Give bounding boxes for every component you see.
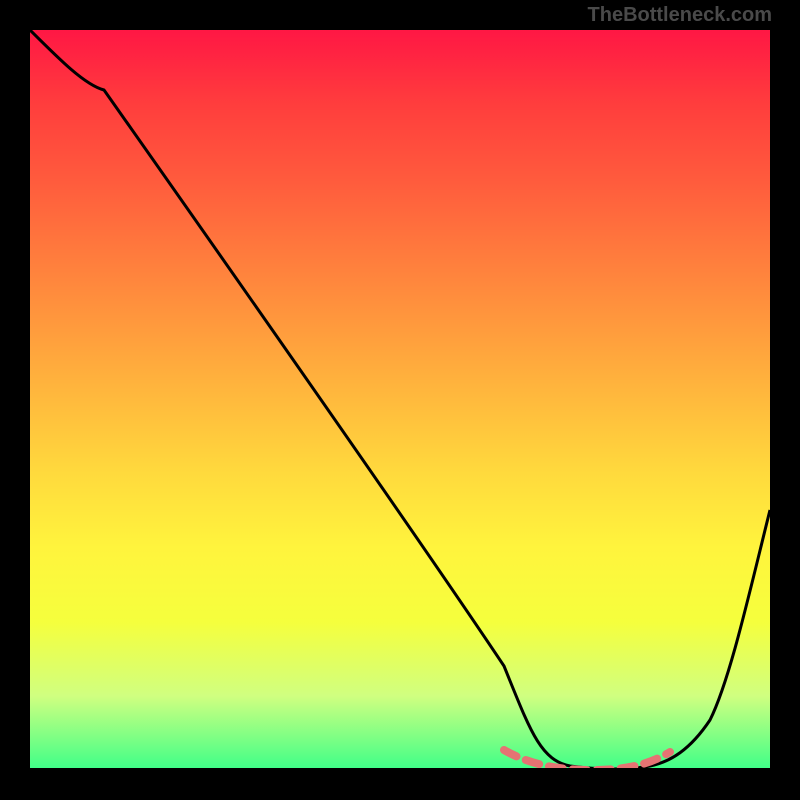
optimal-zone [504, 750, 670, 770]
bottleneck-curve [30, 30, 770, 769]
axis-baseline [30, 768, 770, 770]
chart-svg [30, 30, 770, 770]
attribution-text: TheBottleneck.com [588, 4, 772, 27]
chart-area [30, 30, 770, 770]
